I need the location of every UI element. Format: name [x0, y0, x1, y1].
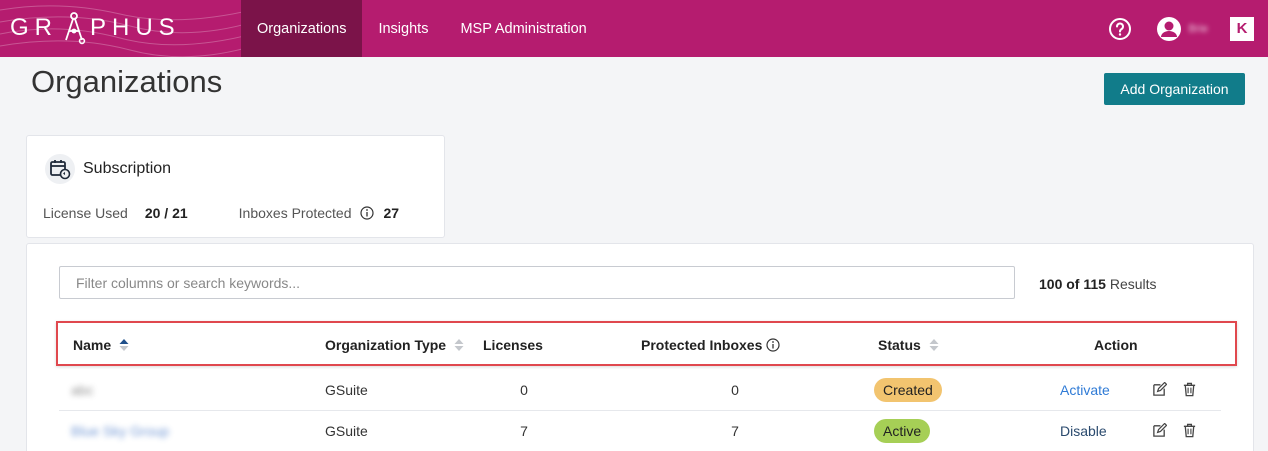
delete-icon[interactable]	[1182, 423, 1197, 438]
nav-insights[interactable]: Insights	[362, 0, 444, 57]
column-header-licenses-label: Licenses	[483, 337, 543, 353]
column-header-protected-inboxes: Protected Inboxes	[641, 337, 780, 353]
logo-node-icon	[65, 12, 86, 45]
nav-organizations[interactable]: Organizations	[241, 0, 363, 57]
logo-text-left: GR	[10, 14, 58, 41]
org-type-cell: GSuite	[325, 423, 368, 439]
column-header-action-label: Action	[1094, 337, 1138, 353]
status-badge: Created	[874, 378, 942, 402]
column-header-organization-type[interactable]: Organization Type	[325, 337, 464, 353]
column-header-name[interactable]: Name	[73, 337, 129, 353]
results-count: 100 of 115 Results	[1039, 276, 1157, 292]
graphus-logo[interactable]: GR PHUS	[10, 10, 181, 46]
user-avatar-icon[interactable]	[1156, 16, 1182, 42]
org-name-link[interactable]: abc	[71, 382, 94, 398]
column-header-protected-inboxes-label: Protected Inboxes	[641, 337, 763, 353]
edit-icon[interactable]	[1152, 423, 1167, 438]
license-used-value: 20 / 21	[144, 205, 188, 221]
disable-link[interactable]: Disable	[1060, 423, 1107, 439]
license-used-label: License Used	[43, 205, 128, 221]
subscription-card: Subscription License Used 20 / 21 Inboxe…	[26, 135, 445, 238]
licenses-cell: 7	[520, 423, 528, 439]
sort-icon[interactable]	[454, 338, 464, 352]
sort-ascending-icon[interactable]	[119, 338, 129, 352]
activate-link[interactable]: Activate	[1060, 382, 1110, 398]
subscription-title: Subscription	[83, 160, 172, 177]
info-icon[interactable]	[766, 338, 780, 352]
column-header-status[interactable]: Status	[878, 337, 939, 353]
protected-inboxes-cell: 0	[731, 382, 739, 398]
user-name[interactable]: Brie	[1188, 23, 1208, 35]
main-nav: Organizations Insights MSP Administratio…	[241, 0, 603, 57]
results-count-value: 100 of 115	[1039, 276, 1106, 292]
org-type-cell: GSuite	[325, 382, 368, 398]
column-header-action: Action	[1094, 337, 1138, 353]
logo-text-right: PHUS	[90, 14, 181, 41]
brand-badge[interactable]: K	[1230, 16, 1254, 41]
licenses-cell: 0	[520, 382, 528, 398]
help-icon[interactable]	[1108, 17, 1132, 41]
column-header-name-label: Name	[73, 337, 112, 353]
protected-inboxes-cell: 7	[731, 423, 739, 439]
sort-icon[interactable]	[929, 338, 939, 352]
status-badge: Active	[874, 419, 931, 443]
table-header-row: Name Organization Type Licenses Protecte…	[59, 324, 1237, 365]
delete-icon[interactable]	[1182, 382, 1197, 397]
subscription-icon-wrap	[45, 154, 75, 184]
calendar-refresh-icon	[50, 160, 71, 180]
table-row[interactable]: Blue Sky Group GSuite 7 7 Active Disable	[59, 411, 1221, 451]
info-icon[interactable]	[359, 206, 374, 220]
org-name-link[interactable]: Blue Sky Group	[71, 423, 169, 439]
page-title: Organizations	[31, 64, 223, 99]
top-navigation-bar: GR PHUS Organizations Insights MSP Admin…	[0, 0, 1268, 57]
column-header-organization-type-label: Organization Type	[325, 337, 447, 353]
results-suffix: Results	[1109, 276, 1157, 292]
inboxes-protected-value: 27	[383, 205, 400, 221]
nav-msp-administration[interactable]: MSP Administration	[444, 0, 602, 57]
edit-icon[interactable]	[1152, 382, 1167, 397]
add-organization-button[interactable]: Add Organization	[1104, 73, 1245, 105]
column-header-licenses: Licenses	[483, 337, 543, 353]
column-header-status-label: Status	[878, 337, 921, 353]
subscription-stats: License Used 20 / 21 Inboxes Protected 2…	[43, 205, 399, 221]
table-row[interactable]: abc GSuite 0 0 Created Activate	[59, 370, 1221, 411]
search-input[interactable]	[59, 266, 1015, 299]
organizations-table-card: 100 of 115 Results Name Organization Typ…	[26, 243, 1254, 451]
inboxes-protected-label: Inboxes Protected	[238, 205, 352, 221]
top-right-controls: Brie K	[1108, 0, 1254, 57]
